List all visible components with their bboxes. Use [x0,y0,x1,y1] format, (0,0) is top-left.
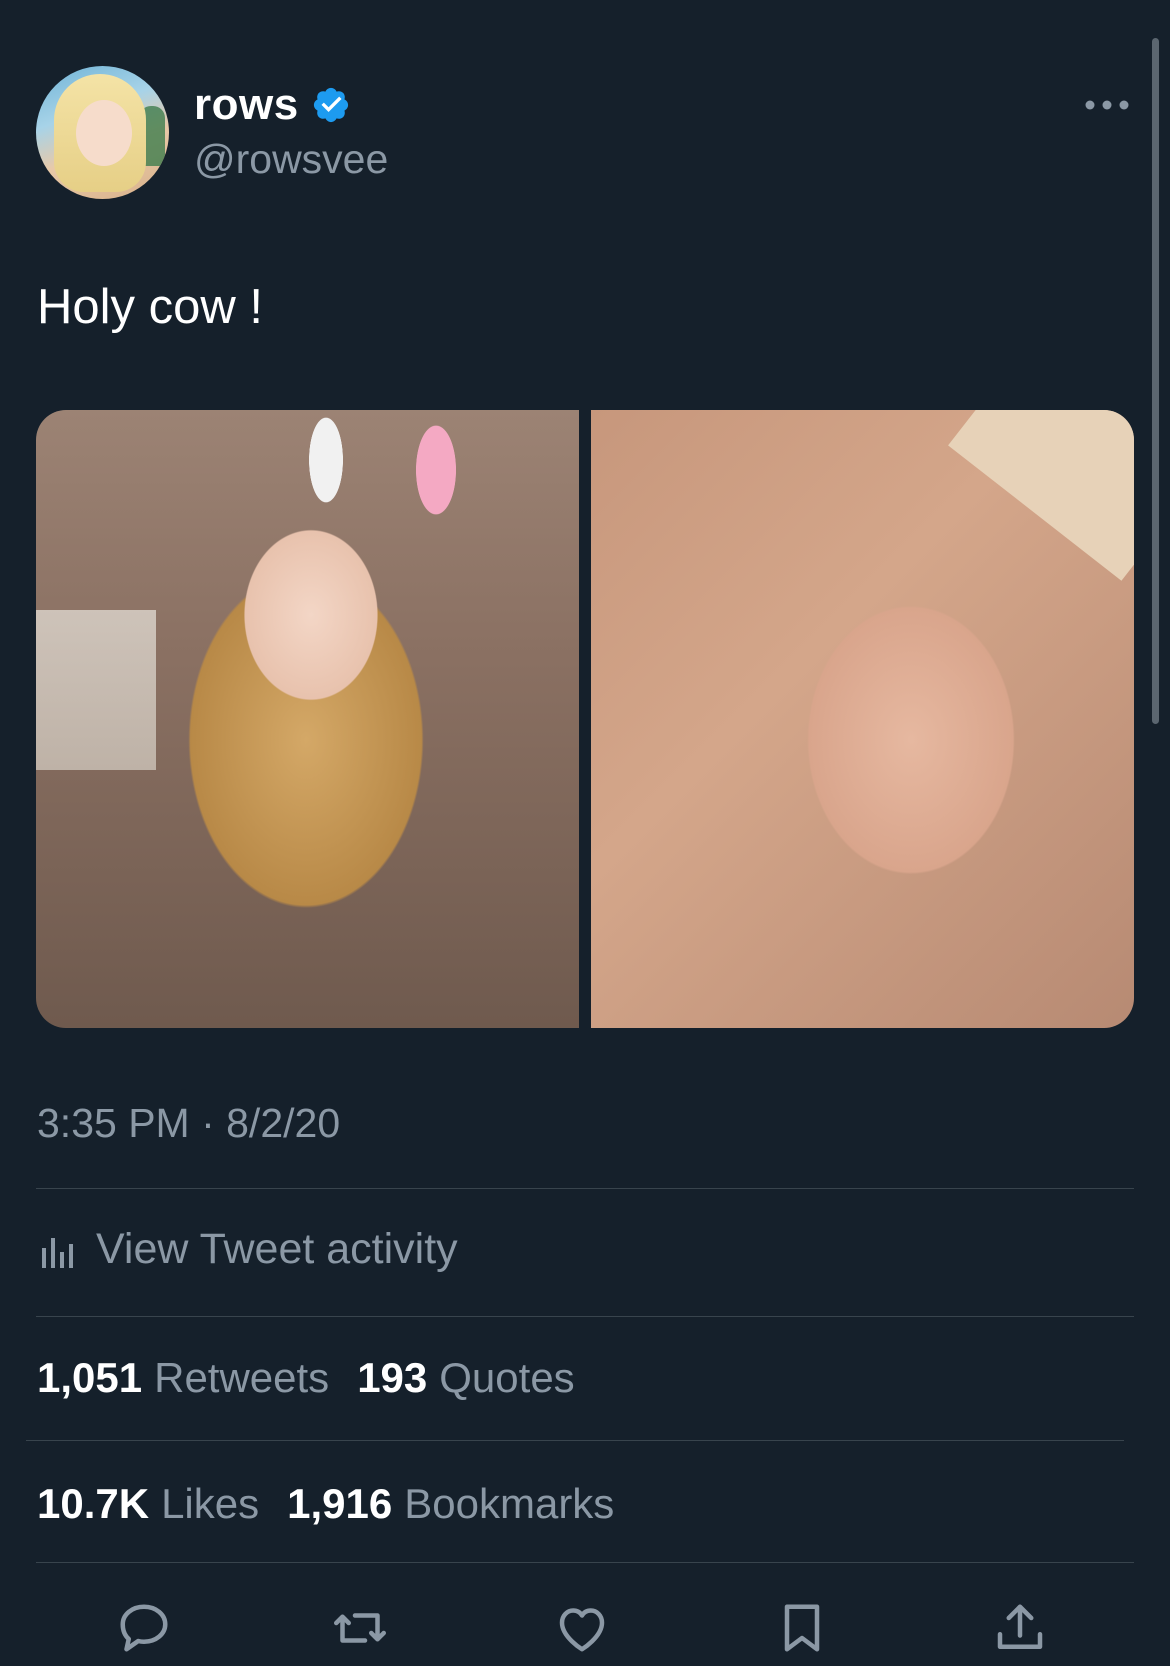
retweet-button[interactable] [330,1598,390,1658]
likes-count: 10.7K [37,1480,150,1527]
tweet-media[interactable] [36,410,1134,1028]
tweet-photo-2[interactable] [591,410,1134,1028]
like-bookmark-stats: 10.7K Likes 1,916 Bookmarks [37,1480,614,1528]
retweet-icon [334,1613,386,1643]
author-handle[interactable]: @rowsvee [194,136,388,183]
reply-button[interactable] [114,1598,174,1658]
author-avatar[interactable] [36,66,169,199]
tweet-photo-1[interactable] [36,410,579,1028]
bookmarks-label: Bookmarks [404,1480,615,1527]
bookmark-button[interactable] [772,1598,832,1658]
retweets-count: 1,051 [37,1354,143,1401]
avatar-face [76,100,132,166]
quotes-count: 193 [357,1354,428,1401]
photo-bunny-ears [266,410,486,550]
share-icon [997,1604,1043,1649]
divider [36,1188,1134,1189]
retweets-label: Retweets [154,1354,330,1401]
tweet-action-bar [0,1598,1170,1666]
photo-mirror-edge [948,410,1134,581]
retweets-stat[interactable]: 1,051 Retweets [37,1354,329,1402]
reply-icon [120,1604,168,1652]
author-name[interactable]: rows [194,80,299,130]
view-tweet-activity-label: View Tweet activity [96,1225,458,1273]
retweet-quote-stats: 1,051 Retweets 193 Quotes [37,1354,575,1402]
more-options-icon[interactable] [1084,92,1130,118]
bookmarks-count: 1,916 [287,1480,393,1527]
share-button[interactable] [990,1598,1050,1658]
likes-label: Likes [161,1480,260,1527]
view-tweet-activity-button[interactable]: View Tweet activity [40,1225,458,1274]
bookmark-icon [784,1604,820,1652]
tweet-text: Holy cow ! [37,280,264,334]
quotes-stat[interactable]: 193 Quotes [357,1354,575,1402]
bookmarks-stat[interactable]: 1,916 Bookmarks [287,1480,614,1528]
tweet-timestamp[interactable]: 3:35 PM · 8/2/20 [37,1100,340,1147]
bar-chart-icon [42,1237,73,1268]
divider [36,1562,1134,1563]
scrollbar[interactable] [1152,38,1159,724]
heart-icon [559,1608,605,1652]
photo-shelf [36,610,156,770]
likes-stat[interactable]: 10.7K Likes [37,1480,259,1528]
divider [36,1316,1134,1317]
divider [26,1440,1124,1441]
like-button[interactable] [552,1598,612,1658]
quotes-label: Quotes [439,1354,575,1401]
verified-badge-icon [313,87,348,123]
author-name-row[interactable]: rows [194,80,351,130]
